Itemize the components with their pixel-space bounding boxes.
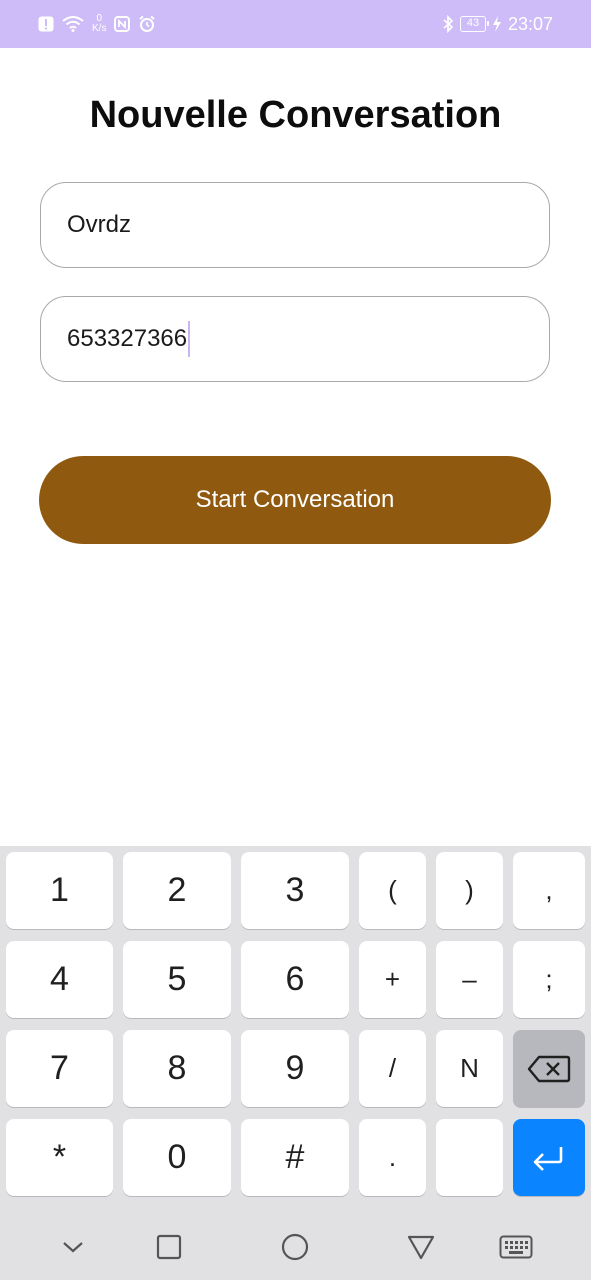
key-4[interactable]: 4 [6, 941, 113, 1018]
key-8[interactable]: 8 [123, 1030, 231, 1107]
key-left-paren[interactable]: ( [359, 852, 426, 929]
key-comma[interactable]: , [513, 852, 585, 929]
recent-apps-icon[interactable] [152, 1230, 186, 1264]
key-right-paren[interactable]: ) [436, 852, 503, 929]
text-cursor [188, 321, 191, 357]
alarm-icon [138, 15, 156, 33]
status-bar: 0 K/s 43 23:07 [0, 0, 591, 48]
key-3[interactable]: 3 [241, 852, 349, 929]
key-plus[interactable]: + [359, 941, 426, 1018]
key-7[interactable]: 7 [6, 1030, 113, 1107]
hide-keyboard-icon[interactable] [56, 1230, 90, 1264]
numeric-keyboard: 1 2 3 ( ) , 4 5 6 + – ; 7 8 9 / N * 0 # … [0, 846, 591, 1210]
key-star[interactable]: * [6, 1119, 113, 1196]
key-slash[interactable]: / [359, 1030, 426, 1107]
net-speed-unit: K/s [92, 23, 107, 34]
backspace-icon [527, 1055, 571, 1083]
key-9[interactable]: 9 [241, 1030, 349, 1107]
key-5[interactable]: 5 [123, 941, 231, 1018]
alert-icon [38, 16, 54, 32]
status-left: 0 K/s [38, 12, 156, 36]
nfc-icon [114, 16, 131, 32]
enter-icon [531, 1144, 567, 1172]
wifi-icon [62, 16, 84, 32]
keyboard-icon[interactable] [499, 1230, 533, 1264]
battery-icon: 43 [459, 16, 489, 32]
backspace-key[interactable] [513, 1030, 585, 1107]
name-input[interactable]: Ovrdz [40, 182, 550, 268]
key-semicolon[interactable]: ; [513, 941, 585, 1018]
net-speed: 0 K/s [92, 14, 106, 34]
back-icon[interactable] [404, 1230, 438, 1264]
key-n[interactable]: N [436, 1030, 503, 1107]
enter-key[interactable] [513, 1119, 585, 1196]
key-space[interactable] [436, 1119, 503, 1196]
phone-input-value: 653327366 [67, 325, 188, 352]
key-minus[interactable]: – [436, 941, 503, 1018]
phone-input[interactable]: 653327366 [40, 296, 550, 382]
page-title: Nouvelle Conversation [89, 94, 502, 136]
key-hash[interactable]: # [241, 1119, 349, 1196]
key-dot[interactable]: . [359, 1119, 426, 1196]
battery-level: 43 [466, 17, 480, 29]
status-right: 43 23:07 [442, 12, 553, 36]
home-icon[interactable] [278, 1230, 312, 1264]
bluetooth-icon [442, 15, 454, 33]
key-0[interactable]: 0 [123, 1119, 231, 1196]
key-6[interactable]: 6 [241, 941, 349, 1018]
key-2[interactable]: 2 [123, 852, 231, 929]
name-input-value: Ovrdz [67, 211, 132, 238]
navigation-bar [0, 1210, 591, 1280]
start-conversation-button[interactable]: Start Conversation [39, 456, 551, 544]
charging-icon [492, 16, 502, 32]
key-1[interactable]: 1 [6, 852, 113, 929]
clock: 23:07 [507, 13, 553, 34]
